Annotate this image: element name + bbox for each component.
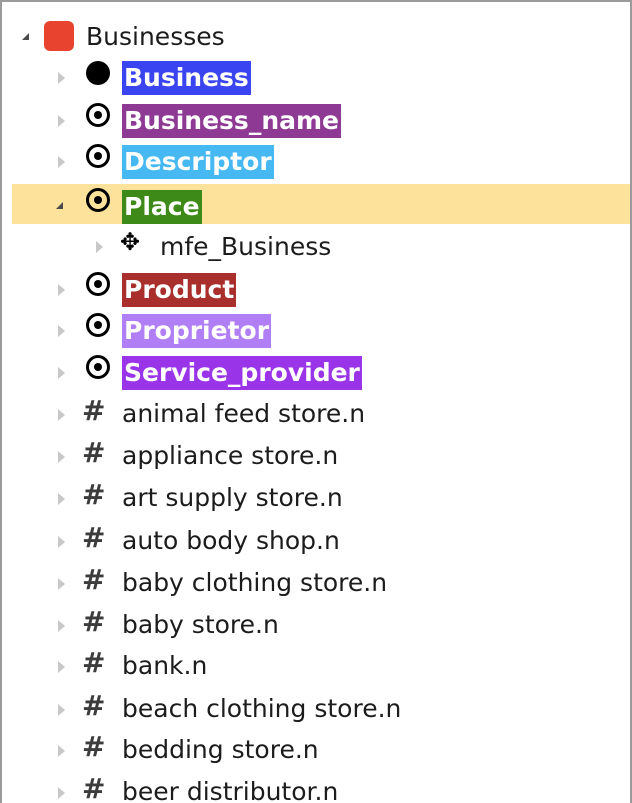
frame-label: Proprietor bbox=[122, 314, 272, 348]
tree-node-product[interactable]: Product bbox=[2, 268, 630, 308]
collapse-toggle-icon[interactable] bbox=[58, 451, 65, 463]
frame-label: Business_name bbox=[122, 104, 341, 138]
collapse-toggle-icon[interactable] bbox=[58, 661, 65, 673]
collapse-toggle-icon[interactable] bbox=[58, 745, 65, 757]
frame-label: Business bbox=[122, 61, 251, 95]
businesses-tree-view: Businesses Business Business_name Descri… bbox=[0, 0, 632, 803]
collapse-toggle-icon[interactable] bbox=[58, 325, 65, 337]
lexical-unit-label: bedding store.n bbox=[122, 735, 319, 764]
collapse-toggle-icon[interactable] bbox=[96, 241, 103, 253]
lexical-unit-label: baby clothing store.n bbox=[122, 568, 388, 597]
tree-node-lexical-unit[interactable]: # animal feed store.n bbox=[2, 393, 630, 433]
lexical-unit-label: beer distributor.n bbox=[122, 777, 339, 803]
tree-node-businesses[interactable]: Businesses bbox=[2, 16, 630, 56]
collapse-toggle-icon[interactable] bbox=[58, 578, 65, 590]
collapse-toggle-icon[interactable] bbox=[58, 115, 65, 127]
collapse-toggle-icon[interactable] bbox=[58, 72, 65, 84]
tree-node-mfe-business[interactable]: ✥ mfe_Business bbox=[2, 226, 630, 266]
target-circle-icon bbox=[86, 272, 110, 296]
hash-icon: # bbox=[82, 730, 106, 763]
collapse-toggle-icon[interactable] bbox=[58, 284, 65, 296]
hash-icon: # bbox=[82, 689, 106, 722]
tree-node-lexical-unit[interactable]: # baby clothing store.n bbox=[2, 562, 630, 602]
tree-node-lexical-unit[interactable]: # appliance store.n bbox=[2, 435, 630, 475]
hash-icon: # bbox=[82, 436, 106, 469]
lexical-unit-label: auto body shop.n bbox=[122, 526, 340, 555]
tree-node-place[interactable]: Place bbox=[12, 184, 630, 224]
lexical-unit-label: bank.n bbox=[122, 651, 208, 680]
frame-label: Product bbox=[122, 273, 237, 307]
hash-icon: # bbox=[82, 646, 106, 679]
tree-node-descriptor[interactable]: Descriptor bbox=[2, 140, 630, 180]
hash-icon: # bbox=[82, 478, 106, 511]
tree-node-label: mfe_Business bbox=[160, 232, 332, 261]
tree-node-service-provider[interactable]: Service_provider bbox=[2, 351, 630, 391]
target-circle-icon bbox=[86, 103, 110, 127]
collapse-toggle-icon[interactable] bbox=[58, 493, 65, 505]
lexical-unit-label: beach clothing store.n bbox=[122, 694, 402, 723]
tree-node-lexical-unit[interactable]: # beach clothing store.n bbox=[2, 688, 630, 728]
target-circle-icon bbox=[86, 313, 110, 337]
collapse-toggle-icon[interactable] bbox=[58, 367, 65, 379]
tree-node-lexical-unit[interactable]: # auto body shop.n bbox=[2, 520, 630, 560]
target-circle-icon bbox=[86, 188, 110, 212]
four-way-arrow-icon: ✥ bbox=[120, 228, 141, 256]
frame-label: Descriptor bbox=[122, 145, 274, 179]
hash-icon: # bbox=[82, 521, 106, 554]
hash-icon: # bbox=[82, 563, 106, 596]
red-square-icon bbox=[44, 21, 74, 51]
tree-node-lexical-unit[interactable]: # art supply store.n bbox=[2, 477, 630, 517]
frame-label: Place bbox=[122, 190, 202, 224]
collapse-toggle-icon[interactable] bbox=[58, 409, 65, 421]
tree-node-lexical-unit[interactable]: # bank.n bbox=[2, 645, 630, 685]
lexical-unit-label: art supply store.n bbox=[122, 483, 343, 512]
lexical-unit-label: animal feed store.n bbox=[122, 399, 366, 428]
collapse-toggle-icon[interactable] bbox=[58, 536, 65, 548]
collapse-toggle-icon[interactable] bbox=[58, 156, 65, 168]
tree-node-lexical-unit[interactable]: # bedding store.n bbox=[2, 729, 630, 769]
tree-node-proprietor[interactable]: Proprietor bbox=[2, 309, 630, 349]
lexical-unit-label: appliance store.n bbox=[122, 441, 339, 470]
hash-icon: # bbox=[82, 772, 106, 803]
lexical-unit-label: baby store.n bbox=[122, 610, 279, 639]
tree-node-lexical-unit[interactable]: # beer distributor.n bbox=[2, 771, 630, 803]
collapse-toggle-icon[interactable] bbox=[58, 620, 65, 632]
expand-toggle-icon[interactable] bbox=[56, 202, 63, 209]
target-circle-icon bbox=[86, 355, 110, 379]
tree-node-business-name[interactable]: Business_name bbox=[2, 99, 630, 139]
hash-icon: # bbox=[82, 394, 106, 427]
tree-node-label: Businesses bbox=[86, 22, 225, 51]
filled-circle-icon bbox=[86, 61, 110, 85]
frame-label: Service_provider bbox=[122, 356, 362, 390]
tree-node-lexical-unit[interactable]: # baby store.n bbox=[2, 604, 630, 644]
collapse-toggle-icon[interactable] bbox=[58, 787, 65, 799]
target-circle-icon bbox=[86, 144, 110, 168]
collapse-toggle-icon[interactable] bbox=[58, 704, 65, 716]
tree-node-business[interactable]: Business bbox=[2, 56, 630, 96]
hash-icon: # bbox=[82, 605, 106, 638]
expand-toggle-icon[interactable] bbox=[22, 33, 29, 40]
